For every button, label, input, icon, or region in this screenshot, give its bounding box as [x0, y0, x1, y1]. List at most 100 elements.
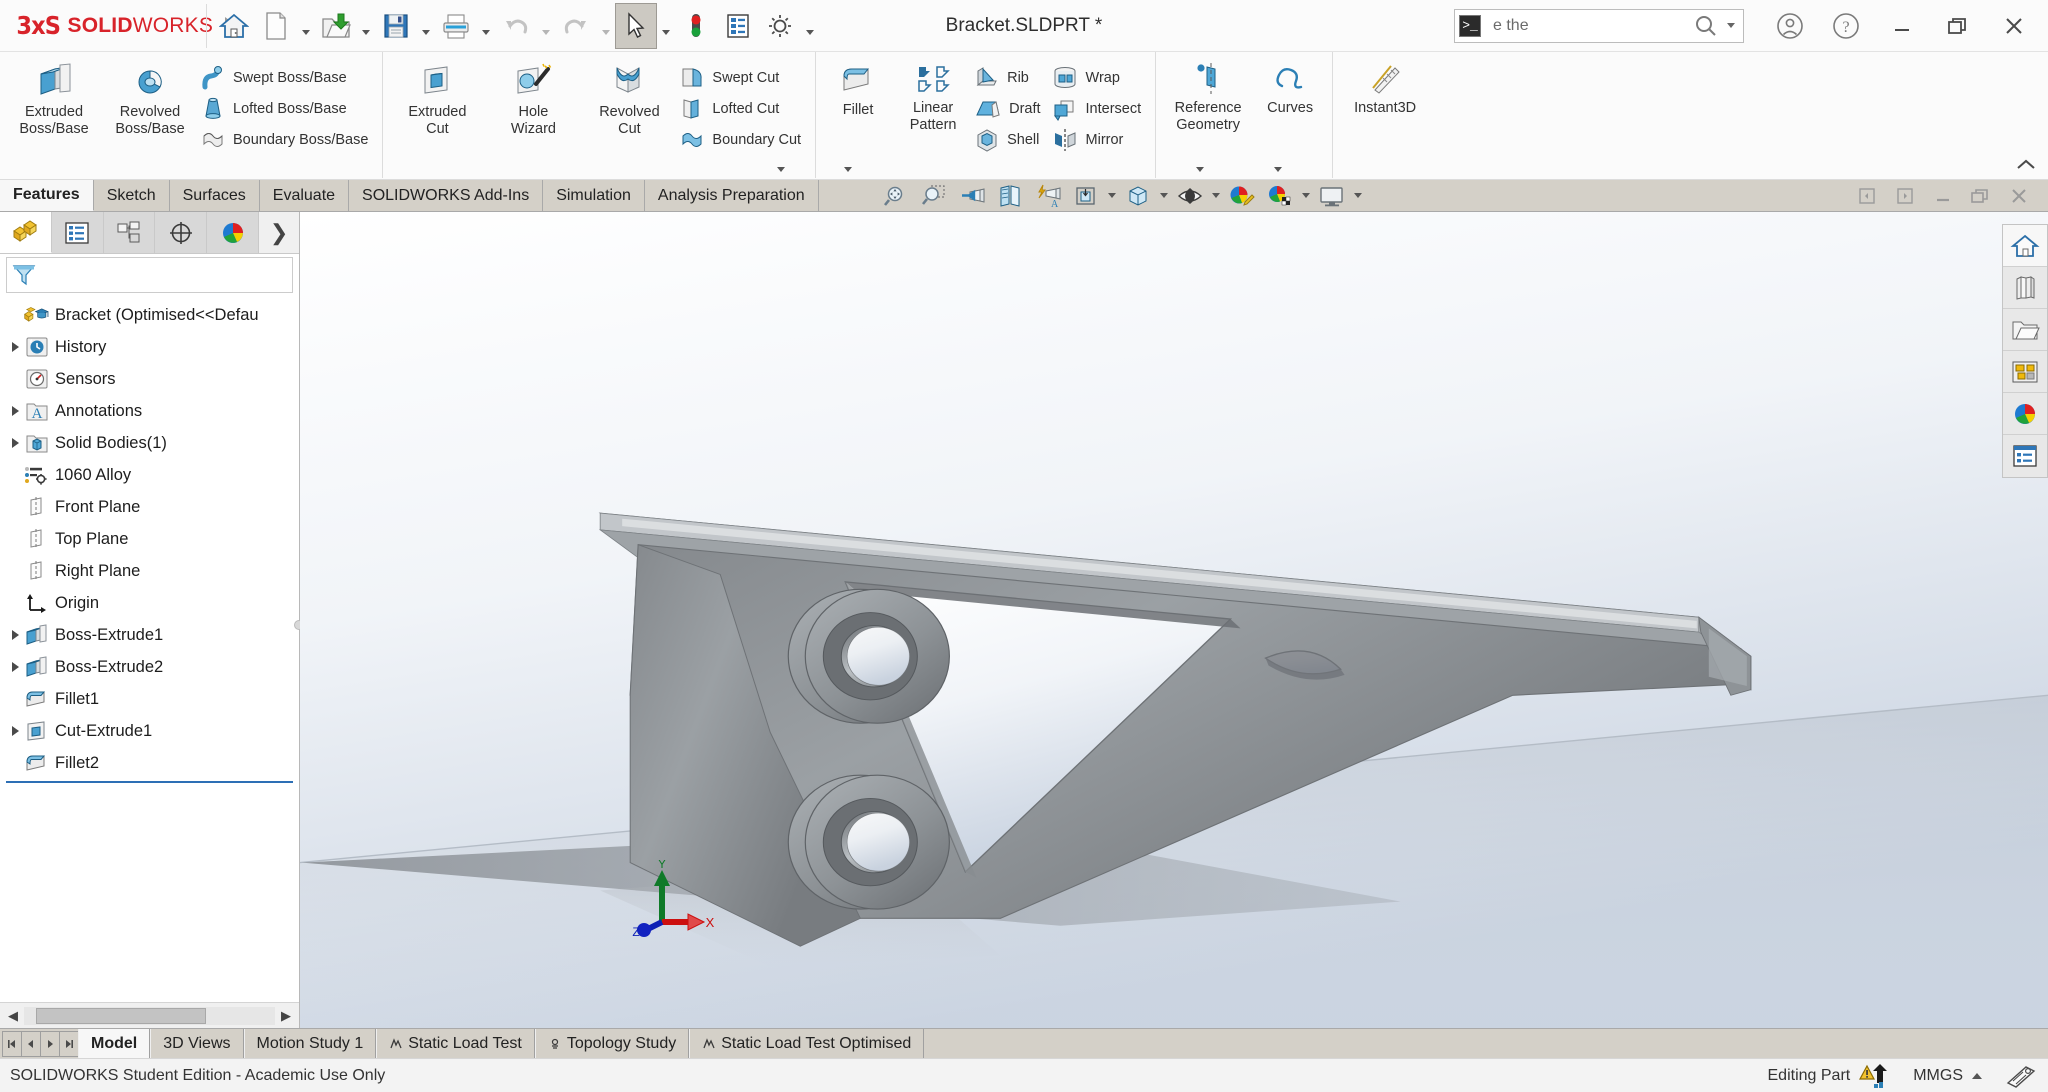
intersect-button[interactable]: Intersect [1049, 93, 1150, 124]
draft-button[interactable]: Draft [972, 93, 1048, 124]
new-document-dropdown[interactable] [297, 3, 315, 49]
dimxpert-manager-tab[interactable] [155, 212, 208, 253]
wrap-button[interactable]: Wrap [1049, 62, 1150, 93]
scroll-left-icon[interactable]: ◀ [2, 1005, 24, 1027]
section-view-icon[interactable] [991, 181, 1029, 211]
apply-scene-icon[interactable] [1261, 181, 1299, 211]
search-input[interactable]: >_ e the [1454, 8, 1744, 43]
doc-tab-static-load-test[interactable]: Static Load Test [376, 1029, 535, 1058]
close-window-button[interactable] [1986, 0, 2042, 52]
tree-node-origin[interactable]: Origin [0, 587, 299, 619]
fillet-button[interactable]: Fillet [822, 56, 894, 119]
display-style-icon[interactable] [1119, 181, 1157, 211]
undo-dropdown[interactable] [537, 3, 555, 49]
expander-icon[interactable] [6, 662, 24, 672]
apply-scene-dropdown[interactable] [1299, 181, 1313, 211]
new-document-icon[interactable] [255, 3, 297, 49]
restore-doc-icon[interactable] [1962, 181, 2000, 211]
user-account-icon[interactable] [1762, 0, 1818, 52]
reference-expand[interactable] [1196, 167, 1205, 172]
help-question-icon[interactable]: ? [1818, 0, 1874, 52]
reference-geometry-button[interactable]: Reference Geometry [1162, 56, 1254, 134]
tab-sketch[interactable]: Sketch [94, 180, 170, 211]
first-tab-button[interactable] [2, 1030, 22, 1057]
tree-node-material[interactable]: 1060 Alloy [0, 459, 299, 491]
curves-button[interactable]: Curves [1254, 56, 1326, 117]
linear-pattern-button[interactable]: Linear Pattern [894, 56, 972, 134]
minimize-window-button[interactable] [1874, 0, 1930, 52]
rib-button[interactable]: Rib [972, 62, 1048, 93]
lofted-boss-base-button[interactable]: Lofted Boss/Base [198, 93, 376, 124]
tree-node-annotations[interactable]: A Annotations [0, 395, 299, 427]
view-settings-dropdown[interactable] [1351, 181, 1365, 211]
previous-tab-button[interactable] [21, 1030, 41, 1057]
tree-node-history[interactable]: History [0, 331, 299, 363]
zoom-to-fit-icon[interactable] [877, 181, 915, 211]
configuration-manager-tab[interactable] [103, 212, 156, 253]
scenes-sphere-icon[interactable] [2003, 393, 2047, 435]
panel-left-icon[interactable] [1848, 181, 1886, 211]
save-dropdown[interactable] [417, 3, 435, 49]
tree-node-boss-extrude1[interactable]: Boss-Extrude1 [0, 619, 299, 651]
zoom-to-area-icon[interactable] [915, 181, 953, 211]
view-orientation-lightning-icon[interactable]: A [1029, 181, 1067, 211]
select-dropdown[interactable] [657, 3, 675, 49]
tab-features[interactable]: Features [0, 180, 94, 211]
graphics-viewport[interactable]: Y X Z [300, 212, 2048, 1028]
units-group[interactable]: MMGS [1913, 1067, 1982, 1085]
redo-icon[interactable] [555, 3, 597, 49]
scroll-track[interactable] [24, 1006, 275, 1025]
tree-node-front-plane[interactable]: Front Plane [0, 491, 299, 523]
view-settings-icon[interactable] [1313, 181, 1351, 211]
tree-node-sensors[interactable]: Sensors [0, 363, 299, 395]
doc-tab-topology-study[interactable]: Topology Study [534, 1029, 690, 1058]
display-manager-tab[interactable] [207, 212, 260, 253]
units-dropdown-icon[interactable] [1972, 1072, 1982, 1079]
next-tab-button[interactable] [40, 1030, 60, 1057]
save-icon[interactable] [375, 3, 417, 49]
print-dropdown[interactable] [477, 3, 495, 49]
doc-tab-model[interactable]: Model [78, 1029, 151, 1058]
doc-tab-3d-views[interactable]: 3D Views [150, 1029, 244, 1058]
tree-node-top-plane[interactable]: Top Plane [0, 523, 299, 555]
hide-show-dropdown[interactable] [1209, 181, 1223, 211]
search-icon[interactable] [1693, 13, 1719, 39]
warning-rebuild-icon[interactable] [1859, 1063, 1891, 1089]
redo-dropdown[interactable] [597, 3, 615, 49]
tab-solidworks-add-ins[interactable]: SOLIDWORKS Add-Ins [349, 180, 544, 211]
expander-icon[interactable] [6, 406, 24, 416]
custom-properties-icon[interactable] [2003, 435, 2047, 477]
tree-node-cut-extrude1[interactable]: Cut-Extrude1 [0, 715, 299, 747]
tree-node-fillet1[interactable]: Fillet1 [0, 683, 299, 715]
feature-tree-filter-input[interactable] [6, 257, 293, 293]
extruded-cut-button[interactable]: Extruded Cut [389, 56, 485, 138]
rebuild-traffic-light-icon[interactable] [675, 3, 717, 49]
tree-node-bracket[interactable]: Bracket (Optimised<<Defau [0, 299, 299, 331]
expand-panel-tabs-icon[interactable]: ❯ [259, 212, 299, 253]
options-dropdown[interactable] [801, 3, 819, 49]
appearances-icon[interactable] [2003, 351, 2047, 393]
revolved-cut-button[interactable]: Revolved Cut [581, 56, 677, 138]
instant3d-button[interactable]: Instant3D [1339, 56, 1431, 117]
swept-boss-base-button[interactable]: Swept Boss/Base [198, 62, 376, 93]
feature-manager-tab[interactable] [0, 212, 52, 253]
tab-evaluate[interactable]: Evaluate [260, 180, 350, 211]
swept-cut-button[interactable]: Swept Cut [677, 62, 809, 93]
previous-view-icon[interactable] [953, 181, 991, 211]
undo-icon[interactable] [495, 3, 537, 49]
view-home-icon[interactable] [2003, 225, 2047, 267]
open-dropdown[interactable] [357, 3, 375, 49]
minimize-doc-icon[interactable] [1924, 181, 1962, 211]
close-doc-icon[interactable] [2000, 181, 2038, 211]
view-orientation-dropdown[interactable] [1105, 181, 1119, 211]
hide-show-items-icon[interactable] [1171, 181, 1209, 211]
display-overlay-icon[interactable] [2004, 1063, 2038, 1089]
boundary-cut-button[interactable]: Boundary Cut [677, 124, 809, 155]
lofted-cut-button[interactable]: Lofted Cut [677, 93, 809, 124]
last-tab-button[interactable] [59, 1030, 79, 1057]
solidworks-logo[interactable]: 3xS SOLIDWORKS [0, 11, 238, 40]
doc-tab-motion-study-1[interactable]: Motion Study 1 [243, 1029, 377, 1058]
view-library-icon[interactable] [2003, 267, 2047, 309]
display-style-dropdown[interactable] [1157, 181, 1171, 211]
open-folder-icon[interactable] [2003, 309, 2047, 351]
